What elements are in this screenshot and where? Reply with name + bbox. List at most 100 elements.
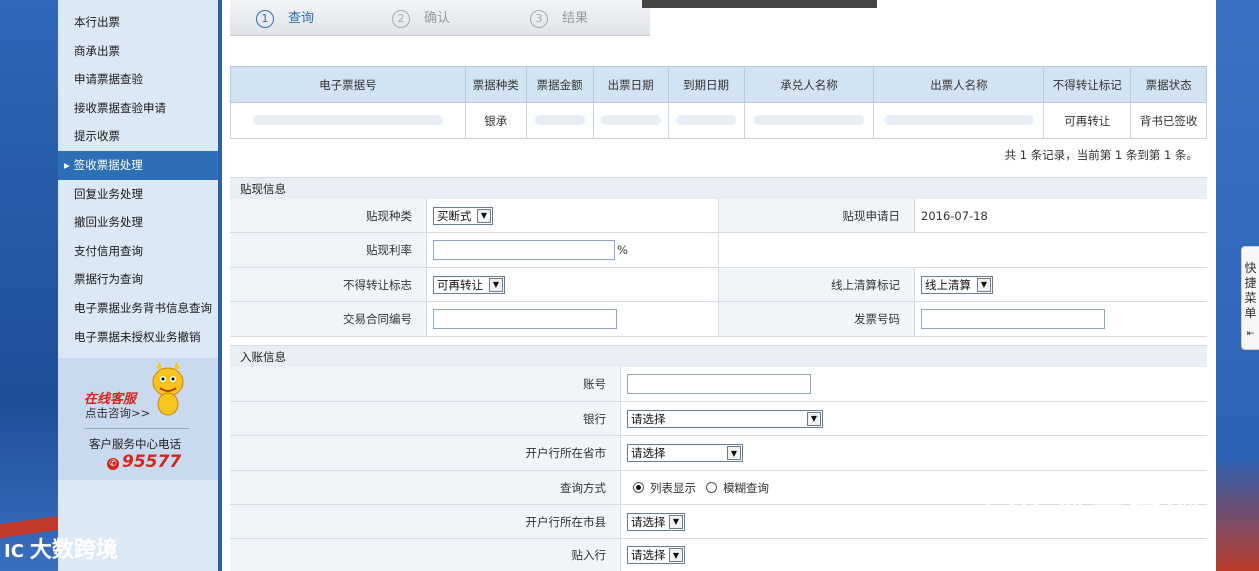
divider [84,428,189,429]
sidebar-item-bank-issue[interactable]: 本行出票 [58,8,218,37]
online-clearing-select[interactable]: 线上清算 ▼ [921,275,993,294]
radio-fuzzy-query-label: 模糊查询 [723,480,769,495]
cell-acceptor [743,102,875,139]
col-amount: 票据金额 [525,66,594,103]
province-label: 开户行所在省市 [230,436,620,470]
contract-no-label: 交易合同编号 [230,302,426,336]
discount-type-label: 贴现种类 [230,199,426,232]
table-row[interactable]: 银承 可再转让 背书已签收 [230,102,1207,139]
step-query: 1 查询 [256,7,314,28]
radio-list-display[interactable] [633,482,644,493]
form-row-discount-rate: 贴现利率 % [230,233,1207,268]
chevron-down-icon: ▼ [669,548,683,562]
sidebar-item-apply-verify[interactable]: 申请票据查验 [58,65,218,94]
bank-label: 银行 [230,402,620,435]
cell-due-date [667,102,745,139]
transfer-flag-label: 不得转让标志 [230,268,426,301]
invoice-no-input[interactable] [921,309,1105,329]
sidebar: 本行出票 商承出票 申请票据查验 接收票据查验申请 提示收票 签收票据处理 回复… [58,0,218,571]
city-select[interactable]: 请选择 ▼ [627,512,685,531]
overlay-bar [642,0,877,8]
watermark-logo: IC 大数跨境 [4,538,118,563]
col-bill-no: 电子票据号 [230,66,466,103]
cell-status: 背书已签收 [1130,102,1207,139]
cell-bill-type: 银承 [464,102,527,139]
form-row-province: 开户行所在省市 请选择 ▼ [230,436,1207,471]
quick-menu-tab[interactable]: 快捷菜单 ⇤ [1241,246,1259,350]
bank-select[interactable]: 请选择 ▼ [627,409,823,428]
contract-no-input[interactable] [433,309,617,329]
discount-section-title: 贴现信息 [230,177,1207,199]
discount-date-value: 2016-07-18 [914,199,1207,232]
sidebar-item-prompt-receive[interactable]: 提示收票 [58,122,218,151]
step-confirm: 2 确认 [392,7,450,28]
mascot-icon [152,362,184,416]
city-label: 开户行所在市县 [230,505,620,538]
phone-label: 客户服务中心电话 [89,437,181,451]
chevron-down-icon: ▼ [669,514,683,529]
sidebar-item-behavior-query[interactable]: 票据行为查询 [58,265,218,294]
entry-bank-label: 贴入行 [230,539,620,571]
cell-drawer [873,102,1045,139]
entry-bank-cell: 请选择 ▼ [620,539,1207,571]
chevron-down-icon: ▼ [727,446,741,460]
transfer-flag-cell: 可再转让 ▼ [426,268,718,301]
radio-fuzzy-query[interactable] [706,482,717,493]
account-label: 账号 [230,367,620,401]
sidebar-item-unauth-revoke[interactable]: 电子票据未授权业务撤销 [58,323,218,352]
percent-unit: % [617,243,628,257]
sidebar-item-credit-query[interactable]: 支付信用查询 [58,237,218,266]
discount-type-select[interactable]: 买断式 ▼ [433,206,493,225]
chevron-down-icon: ▼ [977,277,991,292]
province-cell: 请选择 ▼ [620,436,1207,470]
online-clearing-label: 线上清算标记 [718,268,914,301]
bank-cell: 请选择 ▼ [620,402,1207,435]
collapse-icon: ⇤ [1246,329,1255,339]
step-indicator: 1 查询 2 确认 3 结果 [230,0,650,36]
col-status: 票据状态 [1130,66,1207,103]
account-input[interactable] [627,374,811,394]
bill-table: 电子票据号 票据种类 票据金额 出票日期 到期日期 承兑人名称 出票人名称 不得… [230,66,1207,139]
customer-service-panel[interactable]: 在线客服 点击咨询>> 客户服务中心电话 95577 ✆ [58,358,218,480]
sidebar-item-reply[interactable]: 回复业务处理 [58,180,218,209]
cell-issue-date [592,102,669,139]
col-issue-date: 出票日期 [592,66,669,103]
step-result: 3 结果 [530,7,588,28]
col-due-date: 到期日期 [667,66,745,103]
discount-rate-cell: % [426,233,718,267]
discount-date-label: 贴现申请日 [718,199,914,232]
sidebar-item-receive-verify[interactable]: 接收票据查验申请 [58,94,218,123]
entry-bank-select[interactable]: 请选择 ▼ [627,546,685,564]
cell-amount [525,102,594,139]
discount-rate-input[interactable] [433,240,615,260]
invoice-no-label: 发票号码 [718,302,914,336]
logo-icon: IC [4,541,24,562]
consult-link[interactable]: 点击咨询>> [85,405,150,421]
transfer-flag-select[interactable]: 可再转让 ▼ [433,275,505,294]
col-transfer-flag: 不得转让标记 [1043,66,1132,103]
sidebar-item-endorse-query[interactable]: 电子票据业务背书信息查询 [58,294,218,323]
form-row-account: 账号 [230,367,1207,402]
form-row-transfer: 不得转让标志 可再转让 ▼ 线上清算标记 线上清算 ▼ [230,268,1207,302]
discount-type-cell: 买断式 ▼ [426,199,718,232]
account-cell [620,367,1207,401]
watermark-text: 普兰金融 [1054,492,1202,532]
phone-icon: ✆ [107,458,119,470]
form-row-contract: 交易合同编号 发票号码 [230,302,1207,337]
cell-bill-no[interactable] [230,102,466,139]
online-clearing-cell: 线上清算 ▼ [914,268,1207,301]
col-bill-type: 票据种类 [464,66,527,103]
contract-no-cell [426,302,718,336]
discount-rate-label: 贴现利率 [230,233,426,267]
sidebar-item-withdraw[interactable]: 撤回业务处理 [58,208,218,237]
invoice-no-cell [914,302,1207,336]
chevron-down-icon: ▼ [489,277,503,292]
empty-cell [718,233,1207,267]
sidebar-item-sign-receive[interactable]: 签收票据处理 [58,150,218,180]
sidebar-item-commercial-issue[interactable]: 商承出票 [58,37,218,66]
radio-list-display-label: 列表显示 [650,480,696,495]
form-row-discount-type: 贴现种类 买断式 ▼ 贴现申请日 2016-07-18 [230,199,1207,233]
background-left [0,0,58,571]
col-acceptor: 承兑人名称 [743,66,875,103]
province-select[interactable]: 请选择 ▼ [627,444,743,462]
